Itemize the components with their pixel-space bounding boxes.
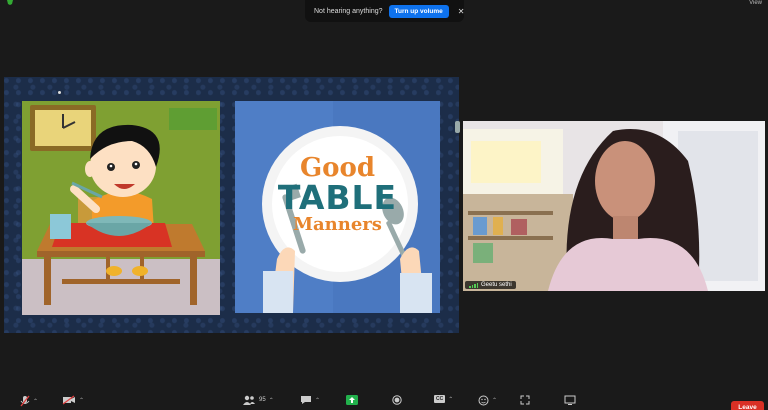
chevron-up-icon[interactable]: ⌃ — [492, 397, 497, 404]
illustration-child-eating — [22, 101, 220, 315]
whiteboard-button[interactable] — [564, 395, 576, 405]
audio-notification: Not hearing anything? Turn up volume ✕ — [305, 0, 464, 22]
reactions-icon — [478, 395, 489, 406]
participant-name-tag: Geetu sethi — [465, 281, 516, 289]
chevron-up-icon[interactable]: ⌃ — [315, 397, 320, 404]
participant-name: Geetu sethi — [481, 282, 512, 288]
chevron-up-icon[interactable]: ⌃ — [33, 398, 38, 405]
cc-icon: CC — [434, 395, 446, 403]
close-icon[interactable]: ✕ — [458, 7, 465, 16]
chevron-up-icon[interactable]: ⌃ — [269, 397, 274, 404]
record-icon — [392, 395, 402, 405]
view-label: View — [749, 0, 762, 6]
whiteboard-icon — [564, 395, 576, 405]
signal-strength-icon — [469, 282, 478, 288]
mic-muted-icon — [20, 395, 30, 407]
share-screen-button[interactable] — [346, 395, 358, 405]
meeting-toolbar: ⌃ ⌃ 95 ⌃ ⌃ CC ⌃ ⌃ — [0, 392, 768, 410]
cursor-pointer — [58, 91, 61, 94]
chevron-up-icon[interactable]: ⌃ — [79, 397, 84, 404]
reactions-button[interactable]: ⌃ — [478, 395, 497, 406]
title-table: TABLE — [277, 178, 398, 217]
resize-handle[interactable] — [455, 121, 460, 133]
apps-icon — [520, 395, 530, 405]
leave-button[interactable]: Leave — [731, 401, 764, 410]
good-table-manners-graphic: Good TABLE Manners — [235, 101, 440, 313]
participants-button[interactable]: 95 ⌃ — [242, 395, 274, 405]
participant-video[interactable]: Geetu sethi — [463, 121, 765, 291]
video-off-icon — [62, 395, 75, 405]
shared-screen: Good TABLE Manners — [4, 77, 459, 333]
record-button[interactable] — [392, 395, 402, 405]
child-eating-illustration — [22, 101, 220, 315]
turn-up-volume-button[interactable]: Turn up volume — [388, 4, 449, 18]
video-button[interactable]: ⌃ — [62, 395, 84, 405]
captions-button[interactable]: CC ⌃ — [434, 395, 453, 403]
share-screen-icon — [346, 395, 358, 405]
participants-count: 95 — [259, 397, 266, 403]
apps-button[interactable] — [520, 395, 530, 405]
notification-message: Not hearing anything? — [314, 7, 383, 15]
chevron-up-icon[interactable]: ⌃ — [448, 396, 453, 403]
chat-button[interactable]: ⌃ — [300, 395, 320, 405]
security-shield-icon — [7, 0, 13, 5]
participants-icon — [243, 395, 255, 405]
title-manners: Manners — [293, 214, 382, 235]
participant-video-frame — [463, 121, 765, 291]
view-button[interactable]: View — [749, 0, 762, 6]
mute-button[interactable]: ⌃ — [20, 395, 38, 407]
chat-icon — [301, 396, 311, 404]
